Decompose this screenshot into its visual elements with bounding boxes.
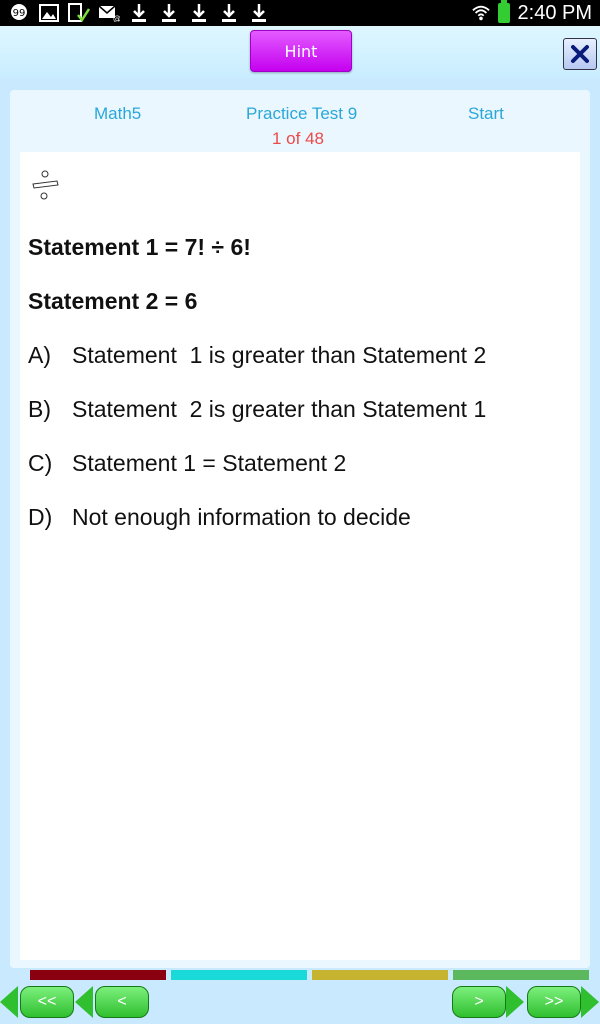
hint-button[interactable]: Hint xyxy=(250,30,352,72)
task-icon xyxy=(68,2,90,24)
download-icon xyxy=(218,2,240,24)
first-question-button[interactable]: << xyxy=(20,986,74,1018)
bottom-navigation: << < > >> xyxy=(0,980,600,1024)
option-text: Not enough information to decide xyxy=(72,504,411,530)
start-link[interactable]: Start xyxy=(468,104,504,124)
gallery-icon xyxy=(38,2,60,24)
option-letter: C) xyxy=(28,450,53,476)
option-letter: A) xyxy=(28,342,51,368)
option-letter: B) xyxy=(28,396,51,422)
option-a: A) Statement 1 is greater than Statement … xyxy=(28,342,486,369)
email-icon: @ xyxy=(98,2,120,24)
next-question-button[interactable]: > xyxy=(452,986,506,1018)
triangle-right-icon xyxy=(506,986,524,1018)
download-icon xyxy=(158,2,180,24)
wifi-icon xyxy=(471,5,490,21)
division-icon xyxy=(32,170,59,200)
question-panel: Math5 Practice Test 9 Start 1 of 48 Stat… xyxy=(10,90,590,1018)
notification-icons: 99 @ xyxy=(8,2,270,24)
battery-icon xyxy=(497,0,510,23)
question-progress: 1 of 48 xyxy=(272,129,324,148)
option-text: Statement 1 = Statement 2 xyxy=(72,450,347,476)
close-icon xyxy=(571,45,589,63)
top-toolbar: Hint xyxy=(0,26,600,78)
status-time: 2:40 PM xyxy=(517,1,592,24)
triangle-left-icon xyxy=(75,986,93,1018)
option-text: Statement 1 is greater than Statement 2 xyxy=(72,342,487,368)
option-b: B) Statement 2 is greater than Statement … xyxy=(28,396,486,423)
triangle-right-icon xyxy=(581,986,599,1018)
option-text: Statement 2 is greater than Statement 1 xyxy=(72,396,487,422)
test-name-link[interactable]: Practice Test 9 xyxy=(246,104,357,124)
download-icon xyxy=(188,2,210,24)
hangouts-icon: 99 xyxy=(8,2,30,24)
option-letter: D) xyxy=(28,504,53,530)
svg-text:@: @ xyxy=(113,14,120,22)
statement-2: Statement 2 = 6 xyxy=(28,288,198,314)
download-icon xyxy=(248,2,270,24)
previous-question-button[interactable]: < xyxy=(95,986,149,1018)
svg-text:99: 99 xyxy=(13,8,26,19)
close-button[interactable] xyxy=(563,38,597,70)
status-bar: 99 @ 2: xyxy=(0,0,600,26)
triangle-left-icon xyxy=(0,986,18,1018)
subject-link[interactable]: Math5 xyxy=(94,104,141,124)
system-icons: 2:40 PM xyxy=(471,0,592,26)
statement-1: Statement 1 = 7! ÷ 6! xyxy=(28,234,251,260)
last-question-button[interactable]: >> xyxy=(527,986,581,1018)
question-box: Statement 1 = 7! ÷ 6! Statement 2 = 6 A)… xyxy=(20,152,589,1018)
download-icon xyxy=(128,2,150,24)
option-d: D) Not enough information to decide xyxy=(28,504,411,531)
option-c: C) Statement 1 = Statement 2 xyxy=(28,450,346,477)
